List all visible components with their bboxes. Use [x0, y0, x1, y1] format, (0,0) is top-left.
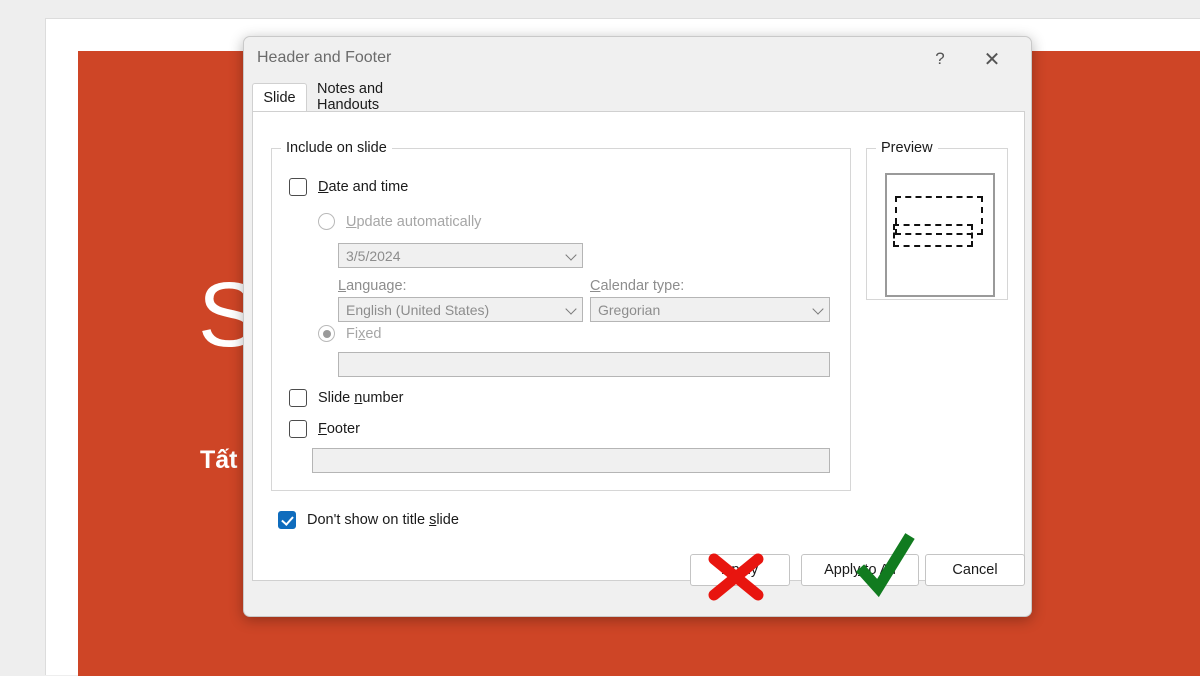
preview-thumbnail [885, 173, 995, 297]
date-and-time-label: Date and time [318, 179, 409, 195]
chevron-down-icon [565, 302, 577, 315]
close-icon[interactable]: ✕ [971, 43, 1013, 75]
footer-label: Footer [318, 421, 360, 437]
help-icon[interactable]: ? [919, 43, 961, 75]
chevron-down-icon [812, 302, 824, 315]
cancel-button-label: Cancel [952, 562, 998, 578]
fixed-label: Fixed [346, 325, 382, 342]
apply-to-all-button[interactable]: Apply to All [801, 554, 919, 586]
preview-group: Preview [866, 140, 1008, 300]
update-automatically-row[interactable]: Update automatically [318, 213, 481, 230]
tab-notes-and-handouts[interactable]: Notes and Handouts [307, 81, 455, 113]
fixed-radio[interactable] [318, 325, 335, 342]
calendar-type-combobox[interactable]: Gregorian [590, 297, 830, 322]
date-and-time-checkbox[interactable] [289, 178, 307, 196]
language-value: English (United States) [346, 301, 490, 318]
dialog-title: Header and Footer [257, 49, 392, 66]
slide-number-label: Slide number [318, 390, 404, 406]
fixed-row[interactable]: Fixed [318, 325, 381, 342]
footer-text-input[interactable] [312, 448, 830, 473]
tab-slide-label: Slide [263, 89, 296, 106]
tab-notes-and-handouts-label: Notes and Handouts [317, 81, 384, 113]
tab-slide[interactable]: Slide [252, 83, 307, 111]
dont-show-on-title-slide-checkbox[interactable] [278, 511, 296, 529]
tab-panel-slide: Include on slide Date and time Update au… [252, 111, 1025, 581]
dont-show-on-title-slide-row[interactable]: Don't show on title slide [278, 511, 459, 529]
date-value-text: 3/5/2024 [346, 247, 401, 264]
language-label: Language: [338, 278, 407, 294]
calendar-type-label: Calendar type: [590, 278, 685, 294]
chevron-down-icon [565, 248, 577, 261]
include-on-slide-legend: Include on slide [281, 140, 392, 156]
dont-show-on-title-slide-label: Don't show on title slide [307, 512, 459, 528]
dialog-tabs: Slide Notes and Handouts [244, 81, 1031, 113]
slide-number-checkbox[interactable] [289, 389, 307, 407]
preview-legend: Preview [876, 140, 938, 156]
preview-placeholder-lower [893, 224, 973, 247]
fixed-text-input[interactable] [338, 352, 830, 377]
language-combobox[interactable]: English (United States) [338, 297, 583, 322]
update-automatically-radio[interactable] [318, 213, 335, 230]
update-automatically-label: Update automatically [346, 213, 482, 230]
calendar-type-value: Gregorian [598, 301, 661, 318]
date-and-time-row[interactable]: Date and time [289, 178, 408, 196]
dialog-title-bar: Header and Footer ? ✕ [244, 37, 1031, 83]
include-on-slide-group: Include on slide Date and time Update au… [271, 140, 851, 491]
date-value-combobox[interactable]: 3/5/2024 [338, 243, 583, 268]
header-and-footer-dialog: Header and Footer ? ✕ Slide Notes and Ha… [243, 36, 1032, 617]
apply-to-all-button-label: Apply to All [824, 562, 896, 578]
apply-button[interactable]: Apply [690, 554, 790, 586]
slide-number-row[interactable]: Slide number [289, 389, 403, 407]
cancel-button[interactable]: Cancel [925, 554, 1025, 586]
footer-checkbox[interactable] [289, 420, 307, 438]
apply-button-label: Apply [721, 562, 759, 578]
footer-row[interactable]: Footer [289, 420, 360, 438]
